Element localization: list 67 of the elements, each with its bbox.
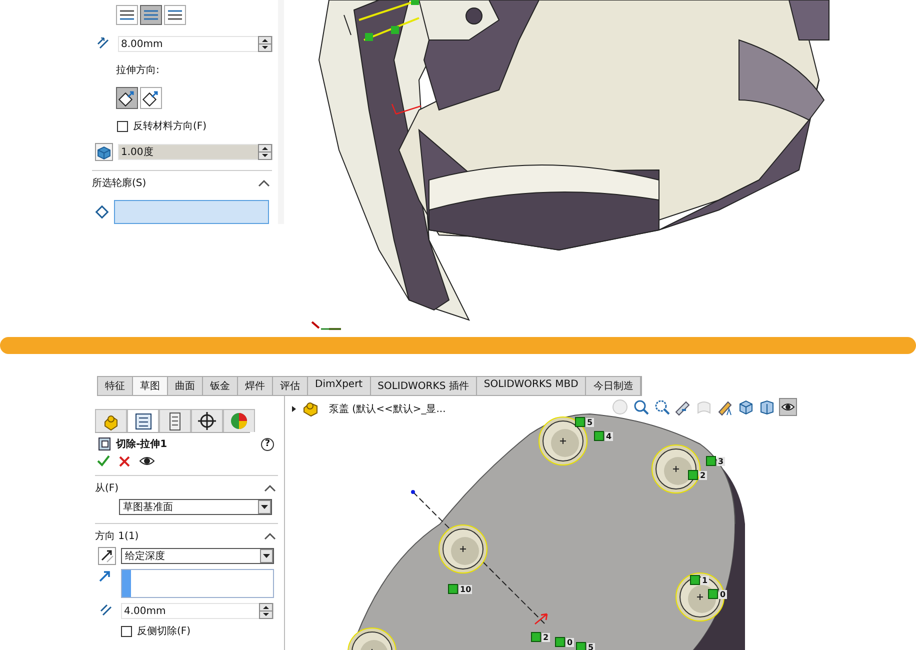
help-button[interactable]: ? — [261, 438, 274, 450]
tab[interactable]: 今日制造 — [586, 377, 642, 395]
tab[interactable]: 曲面 — [168, 377, 203, 395]
thickness-option-button[interactable] — [116, 5, 138, 25]
checkbox[interactable] — [117, 120, 128, 132]
draft-icon[interactable] — [95, 143, 113, 161]
zoom-icon[interactable] — [632, 398, 650, 416]
part-tab[interactable] — [95, 409, 127, 432]
property-list-tab[interactable] — [127, 409, 159, 432]
draft-angle-field[interactable]: 1.00度 — [118, 144, 273, 160]
close-icon[interactable] — [119, 456, 130, 466]
spinner-button[interactable] — [259, 603, 273, 619]
relation-marker-icon[interactable] — [531, 632, 541, 642]
section-title: 从(F) — [95, 482, 119, 495]
relation-marker-icon[interactable] — [576, 642, 586, 650]
eye-icon[interactable] — [139, 455, 155, 467]
relation-marker-icon[interactable] — [688, 470, 698, 480]
spinner-button[interactable] — [258, 36, 272, 52]
relation-marker-icon[interactable] — [706, 456, 716, 466]
thickness-field[interactable]: 8.00mm — [118, 36, 273, 52]
tab[interactable]: 钣金 — [203, 377, 238, 395]
direction-selection-box[interactable] — [121, 569, 274, 598]
part-icon[interactable] — [302, 400, 319, 417]
collapse-chevron-icon[interactable] — [264, 532, 276, 540]
display-style-icon[interactable] — [758, 398, 776, 416]
spinner-button[interactable] — [258, 144, 272, 160]
direction-button[interactable] — [116, 87, 138, 109]
tab[interactable]: SOLIDWORKS MBD — [476, 377, 586, 395]
tab[interactable]: 草图 — [133, 377, 168, 395]
expand-caret-icon[interactable] — [291, 404, 297, 412]
relation-marker-icon[interactable] — [594, 431, 604, 441]
configuration-tab[interactable] — [159, 409, 191, 432]
thickness-option-button[interactable] — [164, 5, 186, 25]
feature-tree-item[interactable]: 泵盖 (默认<<默认>_显... — [329, 402, 446, 416]
checkbox[interactable] — [121, 626, 132, 636]
collapse-chevron-icon[interactable] — [264, 484, 276, 492]
zoom-area-icon[interactable] — [653, 398, 671, 416]
tab[interactable]: 焊件 — [238, 377, 273, 395]
tab[interactable]: 特征 — [98, 377, 133, 395]
reverse-direction-button[interactable] — [98, 547, 116, 565]
relation-label: 3 — [717, 456, 725, 466]
relation-marker-icon[interactable] — [575, 417, 585, 427]
eye-icon[interactable] — [779, 398, 797, 416]
feature-title: 切除-拉伸1 — [116, 438, 168, 451]
depth-field[interactable]: 4.00mm — [121, 603, 274, 619]
checkbox-label[interactable]: 反转材料方向(F) — [133, 119, 207, 133]
relation-marker-icon[interactable] — [555, 637, 565, 647]
tab[interactable]: 评估 — [273, 377, 308, 395]
crosshair-tab[interactable] — [191, 409, 223, 432]
direction-label: 拉伸方向: — [116, 64, 160, 77]
tab[interactable]: SOLIDWORKS 插件 — [370, 377, 477, 395]
tab[interactable]: DimXpert — [308, 377, 371, 395]
feature-icon — [98, 437, 111, 451]
end-condition-dropdown[interactable]: 给定深度 — [121, 548, 274, 564]
direction-button[interactable] — [140, 87, 162, 109]
relation-marker-icon[interactable] — [690, 575, 700, 585]
relation-marker-icon[interactable] — [708, 589, 718, 599]
view-orientation-icon[interactable] — [737, 398, 755, 416]
section-title: 方向 1(1) — [95, 530, 139, 543]
relation-marker-icon[interactable] — [448, 584, 458, 594]
section-title: 所选轮廓(S) — [92, 176, 146, 190]
start-condition-dropdown[interactable]: 草图基准面 — [119, 499, 272, 515]
appearance-tab[interactable] — [223, 409, 255, 432]
diamond-icon — [95, 205, 109, 219]
collapse-chevron-icon[interactable] — [258, 178, 270, 188]
confirm-icon[interactable] — [97, 455, 110, 467]
checkbox-label[interactable]: 反侧切除(F) — [137, 624, 191, 638]
